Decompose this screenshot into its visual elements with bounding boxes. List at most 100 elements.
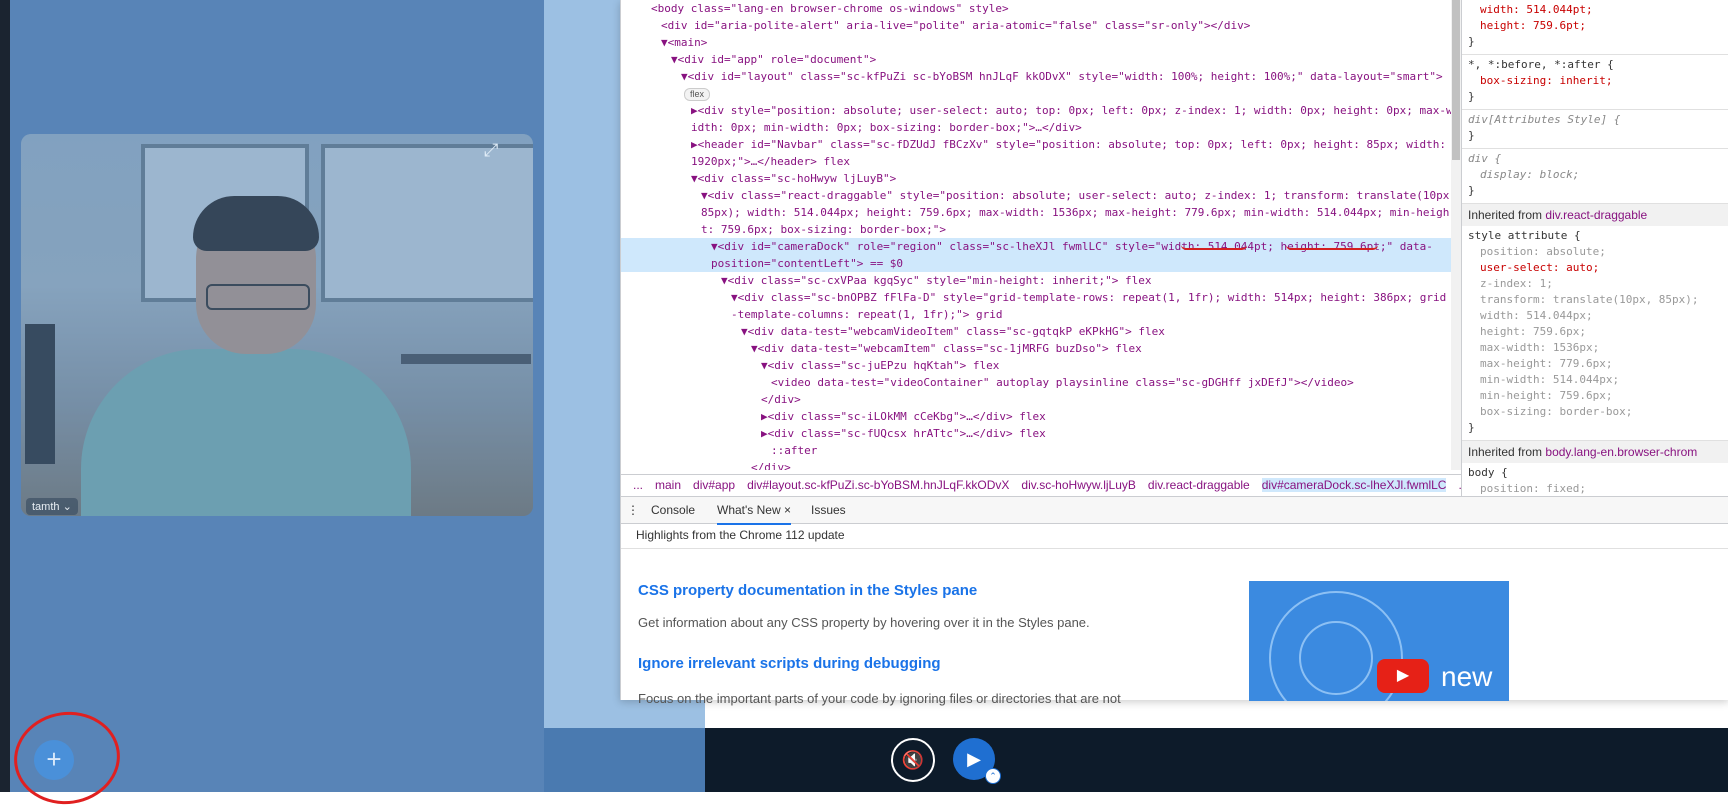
tab-whats-new[interactable]: What's New ×: [717, 497, 791, 525]
dom-node-line[interactable]: ▶<div class="sc-fUQcsx hrATtc">…</div> f…: [621, 425, 1453, 442]
inherited-header: Inherited from div.react-draggable: [1462, 204, 1728, 226]
style-prop: display: block;: [1480, 168, 1580, 181]
dom-node-text: ▼<div id="layout" class="sc-kfPuZi sc-bY…: [681, 70, 1443, 83]
dom-node-text: ▶<header id="Navbar" class="sc-fDZUdJ fB…: [691, 138, 1446, 151]
dom-node-text: 85px); width: 514.044px; height: 759.6px…: [701, 206, 1450, 219]
whats-new-title[interactable]: Ignore irrelevant scripts during debuggi…: [638, 655, 941, 672]
dom-node-text: position="contentLeft"> == $0: [711, 257, 904, 270]
scrollbar-thumb[interactable]: [1452, 0, 1460, 160]
bottom-strip: [0, 792, 1728, 803]
closing-brace: }: [1468, 90, 1475, 103]
whats-new-text: Get information about any CSS property b…: [638, 615, 1090, 630]
style-selector: style attribute {: [1468, 229, 1581, 242]
dom-node-line[interactable]: ▼<div class="sc-juEPzu hqKtah"> flex: [621, 357, 1453, 374]
inherited-header: Inherited from body.lang-en.browser-chro…: [1462, 441, 1728, 463]
dom-node-line[interactable]: <video data-test="videoContainer" autopl…: [621, 374, 1453, 391]
dom-node-line[interactable]: ▼<div data-test="webcamVideoItem" class=…: [621, 323, 1453, 340]
chrome-logo-ring: [1299, 621, 1373, 695]
dom-node-line[interactable]: ▼<div class="sc-hoHwyw ljLuyB">: [621, 170, 1453, 187]
dom-node-line[interactable]: ▼<div data-test="webcamItem" class="sc-1…: [621, 340, 1453, 357]
dom-node-text: idth: 0px; min-width: 0px; box-sizing: b…: [691, 121, 1082, 134]
dom-node-line[interactable]: 85px); width: 514.044px; height: 759.6px…: [621, 204, 1453, 221]
expand-icon[interactable]: ⤢: [484, 140, 498, 161]
dom-node-line[interactable]: ▶<div style="position: absolute; user-se…: [621, 102, 1453, 119]
user-name: tamth: [32, 501, 60, 513]
dom-node-text: ▼<div class="sc-bnOPBZ fFlFa-D" style="g…: [731, 291, 1447, 304]
style-attribute-block: style attribute { position: absolute; use…: [1462, 226, 1728, 441]
action-bar: [705, 728, 1728, 792]
dom-node-text: 1920px;">…</header> flex: [691, 155, 850, 168]
dom-node-line[interactable]: <div id="aria-polite-alert" aria-live="p…: [621, 17, 1453, 34]
dom-node-line[interactable]: </div>: [621, 391, 1453, 408]
dom-node-line[interactable]: ▼<div class="react-draggable" style="pos…: [621, 187, 1453, 204]
dom-node-line[interactable]: ▶<div class="sc-iLOkMM cCeKbg">…</div> f…: [621, 408, 1453, 425]
style-prop[interactable]: z-index: 1;: [1468, 276, 1724, 292]
dom-node-line[interactable]: ▼<div class="sc-bnOPBZ fFlFa-D" style="g…: [621, 289, 1453, 306]
dom-node-line[interactable]: ::after: [621, 442, 1453, 459]
layout-badge[interactable]: flex: [684, 88, 711, 101]
breadcrumb-item[interactable]: main: [655, 478, 681, 492]
user-name-tag[interactable]: tamth ⌄: [26, 498, 78, 515]
dom-node-line[interactable]: flex: [621, 85, 1453, 102]
style-prop[interactable]: box-sizing: border-box;: [1468, 404, 1724, 420]
style-prop[interactable]: max-width: 1536px;: [1468, 340, 1724, 356]
styles-pane[interactable]: width: 514.044pt; height: 759.6pt; } *, …: [1461, 0, 1728, 496]
whats-new-title[interactable]: CSS property documentation in the Styles…: [638, 582, 977, 599]
breadcrumb-item[interactable]: div#layout.sc-kfPuZi.sc-bYoBSM.hnJLqF.kk…: [747, 478, 1009, 492]
style-prop[interactable]: position: absolute;: [1468, 244, 1724, 260]
dom-node-text: t: 759.6px; box-sizing: border-box;">: [701, 223, 947, 236]
style-prop: box-sizing: inherit;: [1480, 74, 1613, 87]
breadcrumb-item[interactable]: div.react-draggable: [1148, 478, 1250, 492]
video-label: new: [1441, 661, 1493, 692]
style-prop[interactable]: min-height: 759.6px;: [1468, 388, 1724, 404]
style-prop[interactable]: min-width: 514.044px;: [1468, 372, 1724, 388]
dom-node-line[interactable]: ▼<main>: [621, 34, 1453, 51]
closing-brace: }: [1468, 129, 1475, 142]
tab-issues[interactable]: Issues: [811, 497, 846, 523]
dom-node-text: <div id="aria-polite-alert" aria-live="p…: [661, 19, 1251, 32]
style-prop[interactable]: position: fixed;: [1468, 481, 1724, 496]
dom-node-line[interactable]: ▼<div class="sc-cxVPaa kgqSyc" style="mi…: [621, 272, 1453, 289]
dom-node-text: ▼<main>: [661, 36, 708, 49]
breadcrumb-item[interactable]: div#cameraDock.sc-lheXJl.fwmlLC: [1261, 478, 1447, 492]
dom-node-line[interactable]: 1920px;">…</header> flex: [621, 153, 1453, 170]
dom-node-text: ▶<div class="sc-iLOkMM cCeKbg">…</div> f…: [761, 410, 1046, 423]
dom-node-line[interactable]: ▶<header id="Navbar" class="sc-fDZUdJ fB…: [621, 136, 1453, 153]
dom-node-text: ▼<div class="sc-juEPzu hqKtah"> flex: [761, 359, 1000, 372]
inherited-selector[interactable]: body.lang-en.browser-chrom: [1545, 445, 1697, 459]
elements-tree[interactable]: <body class="lang-en browser-chrome os-w…: [621, 0, 1453, 470]
dom-node-line[interactable]: <body class="lang-en browser-chrome os-w…: [621, 0, 1453, 17]
dom-node-line[interactable]: ▼<div id="app" role="document">: [621, 51, 1453, 68]
mute-audio-button[interactable]: 🔇: [891, 738, 935, 782]
breadcrumb-item[interactable]: div#app: [693, 478, 735, 492]
style-prop[interactable]: user-select: auto;: [1468, 260, 1724, 276]
close-icon[interactable]: ×: [784, 503, 791, 517]
dom-node-line[interactable]: </div>: [621, 459, 1453, 470]
dom-node-text: </div>: [751, 461, 791, 470]
menu-icon[interactable]: ⋮: [627, 497, 639, 523]
style-prop[interactable]: max-height: 779.6px;: [1468, 356, 1724, 372]
dom-node-line[interactable]: t: 759.6px; box-sizing: border-box;">: [621, 221, 1453, 238]
dom-node-line[interactable]: idth: 0px; min-width: 0px; box-sizing: b…: [621, 119, 1453, 136]
style-prop[interactable]: height: 759.6px;: [1468, 324, 1724, 340]
dom-node-text: ▼<div class="sc-hoHwyw ljLuyB">: [691, 172, 897, 185]
dom-node-text: ::after: [771, 444, 818, 457]
video-options-badge[interactable]: ⌃: [985, 768, 1001, 784]
breadcrumb: ... main div#app div#layout.sc-kfPuZi.sc-bY…: [621, 474, 1461, 495]
style-prop[interactable]: transform: translate(10px, 85px);: [1468, 292, 1724, 308]
dom-node-line[interactable]: -template-columns: repeat(1, 1fr);"> gri…: [621, 306, 1453, 323]
body-style-block: body { position: fixed;height: 100%;font…: [1462, 463, 1728, 496]
dom-node-text: ▶<div style="position: absolute; user-se…: [691, 104, 1453, 117]
webcam-video[interactable]: [21, 134, 533, 516]
left-edge-bar: [0, 0, 10, 792]
dom-node-text: <body class="lang-en browser-chrome os-w…: [651, 2, 1009, 15]
tab-console[interactable]: Console: [651, 497, 695, 523]
video-thumbnail[interactable]: ▶ new: [1249, 581, 1509, 701]
dom-node-line[interactable]: position="contentLeft"> == $0: [621, 255, 1453, 272]
breadcrumb-item[interactable]: ...: [633, 478, 643, 492]
play-icon[interactable]: ▶: [1377, 659, 1429, 693]
dom-node-line[interactable]: ▼<div id="layout" class="sc-kfPuZi sc-bY…: [621, 68, 1453, 85]
inherited-selector[interactable]: div.react-draggable: [1545, 208, 1647, 222]
breadcrumb-item[interactable]: div.sc-hoHwyw.ljLuyB: [1021, 478, 1135, 492]
style-prop[interactable]: width: 514.044px;: [1468, 308, 1724, 324]
